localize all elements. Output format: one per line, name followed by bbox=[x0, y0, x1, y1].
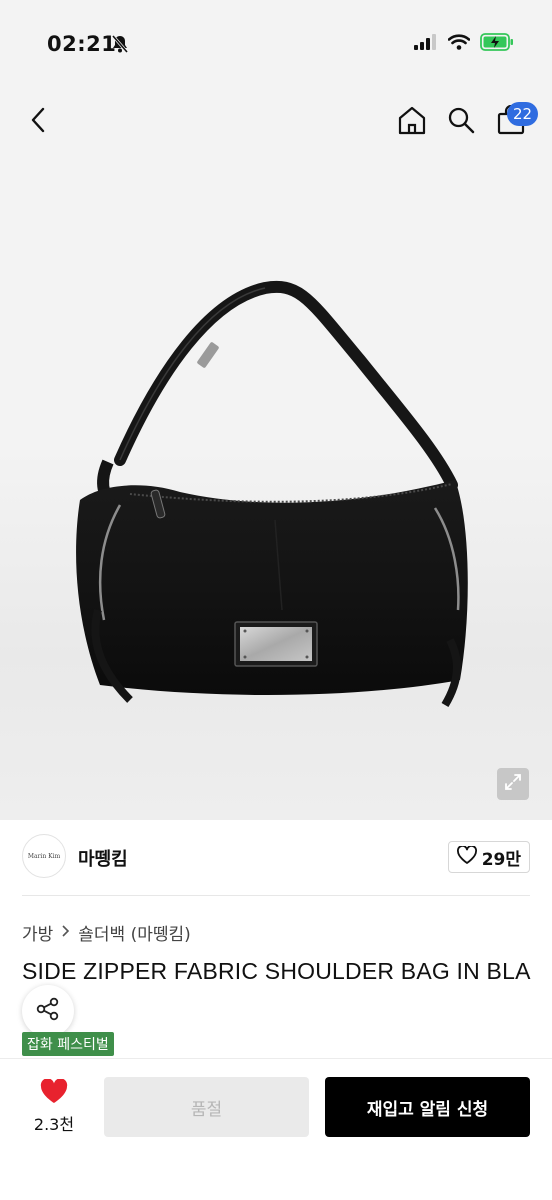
home-icon bbox=[397, 105, 427, 139]
back-chevron-icon bbox=[30, 107, 46, 137]
brand-like-button[interactable]: 29만 bbox=[447, 841, 530, 873]
search-button[interactable] bbox=[441, 102, 481, 142]
search-icon bbox=[447, 106, 475, 138]
soldout-button[interactable]: 품절 bbox=[104, 1077, 309, 1137]
wish-count: 2.3천 bbox=[33, 1115, 75, 1134]
bell-muted-icon bbox=[110, 34, 130, 54]
brand-logo[interactable]: Marin Kim bbox=[22, 834, 66, 878]
signal-icon bbox=[414, 34, 438, 54]
heart-outline-icon bbox=[456, 844, 477, 869]
breadcrumb: 가방 숄더백 (마뗑킴) bbox=[22, 920, 191, 945]
wifi-icon bbox=[447, 34, 471, 54]
status-bar: 02:21 bbox=[0, 0, 552, 90]
brand-like-count: 29만 bbox=[481, 849, 521, 870]
breadcrumb-item[interactable]: 숄더백 (마뗑킴) bbox=[78, 920, 191, 945]
brand-name[interactable]: 마뗑킴 bbox=[78, 845, 128, 871]
back-button[interactable] bbox=[18, 102, 58, 142]
battery-charging-icon bbox=[480, 33, 514, 55]
product-title: SIDE ZIPPER FABRIC SHOULDER BAG IN BLA bbox=[22, 958, 531, 984]
breadcrumb-item[interactable]: 가방 bbox=[22, 920, 53, 945]
expand-icon bbox=[503, 772, 523, 796]
product-image[interactable] bbox=[60, 280, 480, 720]
festival-tag: 잡화 페스티벌 bbox=[22, 1032, 114, 1056]
top-nav bbox=[0, 90, 552, 154]
wish-button[interactable]: 2.3천 bbox=[22, 1078, 86, 1135]
status-time: 02:21 bbox=[47, 32, 117, 56]
share-button[interactable] bbox=[22, 985, 74, 1037]
expand-image-button[interactable] bbox=[497, 768, 529, 800]
heart-filled-icon bbox=[40, 1078, 68, 1109]
chevron-right-icon bbox=[61, 924, 70, 942]
restock-alert-button[interactable]: 재입고 알림 신청 bbox=[325, 1077, 530, 1137]
brand-row[interactable]: Marin Kim 마뗑킴 29만 bbox=[22, 834, 530, 880]
share-icon bbox=[35, 996, 61, 1026]
cart-count-badge: 22 bbox=[507, 102, 539, 126]
home-button[interactable] bbox=[392, 102, 432, 142]
bottom-action-bar: 2.3천 품절 재입고 알림 신청 bbox=[0, 1058, 552, 1200]
divider bbox=[22, 895, 530, 896]
